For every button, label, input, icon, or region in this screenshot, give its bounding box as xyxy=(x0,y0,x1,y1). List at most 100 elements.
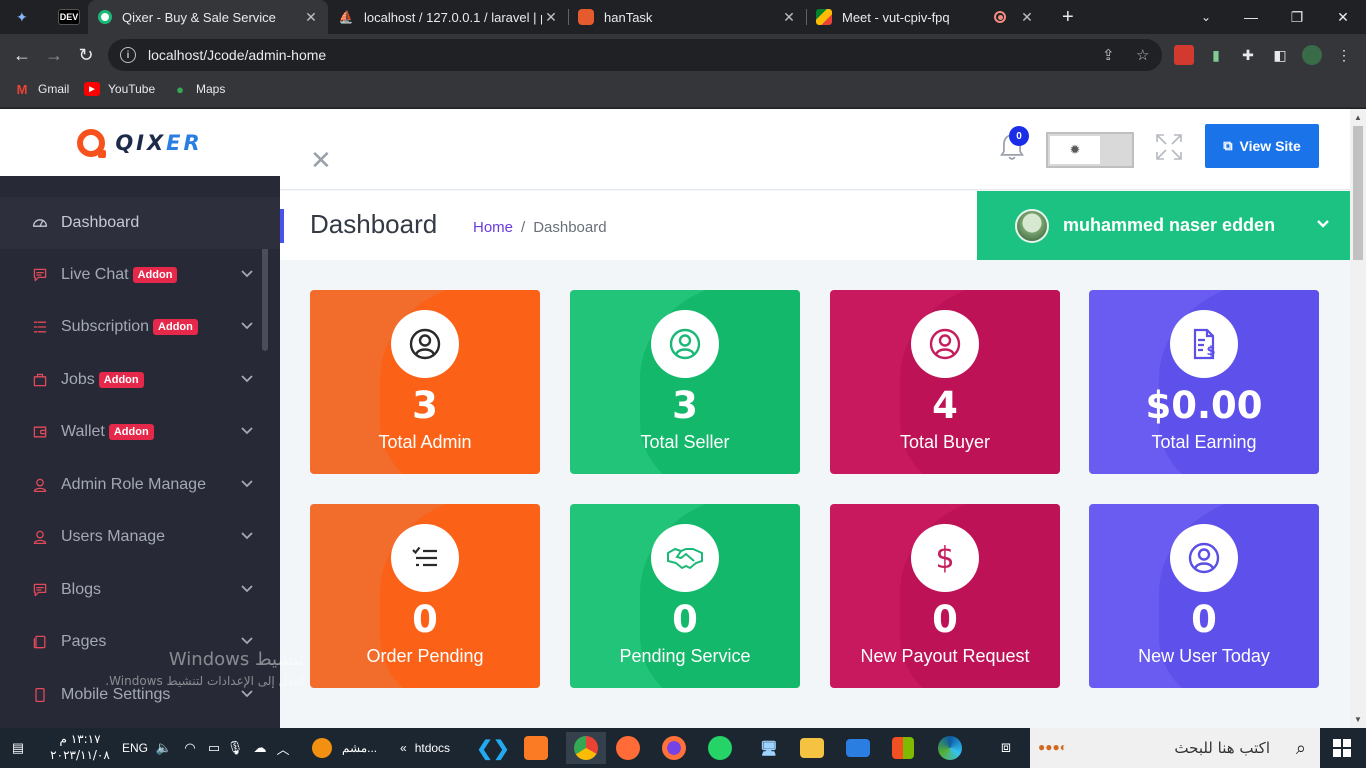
chevron-down-icon xyxy=(240,372,254,391)
share-icon[interactable]: ⇪ xyxy=(1102,46,1115,64)
wifi-icon[interactable]: ◠ xyxy=(180,732,200,764)
addon-badge: Addon xyxy=(98,372,144,388)
vscode-icon: ❮❯ xyxy=(476,737,510,760)
menu-kebab-icon[interactable]: ⋮ xyxy=(1334,45,1354,65)
taskbar-vscode[interactable]: ❮❯ xyxy=(476,732,510,764)
stat-card-new-user-today[interactable]: 0 New User Today xyxy=(1089,504,1319,688)
stat-card-total-seller[interactable]: 3 Total Seller xyxy=(570,290,800,474)
side-panel-icon[interactable]: ◧ xyxy=(1270,45,1290,65)
stat-card-order-pending[interactable]: 0 Order Pending xyxy=(310,504,540,688)
chevron-down-icon xyxy=(240,267,254,286)
brand-logo[interactable]: QIXER xyxy=(0,109,280,176)
bookmark-gmail[interactable]: M Gmail xyxy=(14,82,70,97)
restore-button[interactable]: ❐ xyxy=(1274,0,1320,34)
extensions-puzzle-icon[interactable]: ✚ xyxy=(1238,45,1258,65)
minimize-button[interactable]: — xyxy=(1228,0,1274,34)
taskbar-chrome[interactable] xyxy=(566,732,606,764)
bookmark-maps[interactable]: ● Maps xyxy=(172,82,225,97)
close-sidebar-icon[interactable]: ✕ xyxy=(310,145,332,176)
chevron-down-icon xyxy=(240,477,254,496)
sidebar-item-label: Admin Role Manage xyxy=(61,476,206,494)
scrollbar-thumb[interactable] xyxy=(1353,126,1363,260)
stat-card-total-buyer[interactable]: 4 Total Buyer xyxy=(830,290,1060,474)
notifications-icon[interactable]: ▤ xyxy=(8,732,28,764)
tab-qixer[interactable]: Qixer - Buy & Sale Service ✕ xyxy=(88,0,328,34)
invoice-dollar-icon: $ xyxy=(1170,310,1238,378)
reload-button[interactable]: ↻ xyxy=(72,41,100,69)
profile-avatar-icon[interactable] xyxy=(1302,45,1322,65)
sidebar-item-dashboard[interactable]: Dashboard xyxy=(0,197,280,249)
user-menu[interactable]: muhammed naser edden xyxy=(977,191,1350,260)
tab-search-icon[interactable]: ✦ xyxy=(10,4,38,30)
forward-button[interactable]: → xyxy=(40,41,68,69)
taskbar-store[interactable] xyxy=(892,732,914,764)
bookmark-star-icon[interactable]: ☆ xyxy=(1136,46,1149,64)
taskbar-whatsapp[interactable] xyxy=(708,732,732,764)
taskbar-app-htdocs[interactable]: « htdocs xyxy=(400,732,468,764)
start-button[interactable] xyxy=(1326,732,1358,764)
close-tab-icon[interactable]: ✕ xyxy=(542,9,560,26)
sidebar-item-subscription[interactable]: Subscription Addon xyxy=(0,301,280,353)
sidebar-item-live-chat[interactable]: Live Chat Addon xyxy=(0,249,280,301)
taskbar-postman[interactable] xyxy=(616,732,640,764)
show-hidden-icons-icon[interactable]: ︿ xyxy=(274,732,292,764)
page-scrollbar[interactable]: ▲ ▼ xyxy=(1350,109,1366,728)
site-info-icon[interactable]: i xyxy=(120,47,136,63)
sidebar-item-admin-role-manage[interactable]: Admin Role Manage xyxy=(0,459,280,511)
breadcrumb-home[interactable]: Home xyxy=(473,219,513,236)
user-circle-icon xyxy=(1170,524,1238,592)
sidebar-item-text: Jobs xyxy=(61,371,95,388)
scroll-down-icon[interactable]: ▼ xyxy=(1354,715,1362,724)
sidebar-item-jobs[interactable]: Jobs Addon xyxy=(0,354,280,406)
tab-hantask[interactable]: hanTask ✕ xyxy=(568,0,806,34)
new-tab-button[interactable]: + xyxy=(1052,0,1082,34)
tab-search-dropdown-icon[interactable]: ⌄ xyxy=(1183,0,1229,34)
tab-phpmyadmin[interactable]: ⛵ localhost / 127.0.0.1 / laravel | ph ✕ xyxy=(328,0,568,34)
sidebar-item-text: Wallet xyxy=(61,423,105,440)
taskbar-xampp[interactable] xyxy=(524,732,548,764)
theme-toggle[interactable]: ✹ xyxy=(1046,132,1134,168)
scroll-up-icon[interactable]: ▲ xyxy=(1354,113,1362,122)
close-tab-icon[interactable]: ✕ xyxy=(780,9,798,26)
sidebar-item-users-manage[interactable]: Users Manage xyxy=(0,511,280,563)
battery-icon[interactable]: ▭ xyxy=(204,732,224,764)
taskbar-clock[interactable]: ١٣:١٧ م ٢٠٢٣/١١/٠٨ xyxy=(40,731,120,763)
sidebar-item-text: Users Manage xyxy=(61,528,166,545)
stat-card-new-payout-request[interactable]: $0 New Payout Request xyxy=(830,504,1060,688)
pinned-tab-dev[interactable]: DEV xyxy=(48,0,88,34)
stat-label: Total Buyer xyxy=(899,432,991,452)
back-button[interactable]: ← xyxy=(8,41,36,69)
sidebar-item-wallet[interactable]: Wallet Addon xyxy=(0,406,280,458)
tab-title: Meet - vut-cpiv-fpq xyxy=(842,9,950,25)
breadcrumb: Home / Dashboard xyxy=(473,219,607,236)
taskbar-firefox[interactable] xyxy=(662,732,686,764)
task-view-icon[interactable]: ⧈ xyxy=(992,732,1020,764)
address-bar[interactable]: i localhost/Jcode/admin-home ⇪ ☆ xyxy=(108,39,1162,71)
tab-title: localhost / 127.0.0.1 / laravel | ph xyxy=(364,9,542,25)
stat-card-total-admin[interactable]: 3 Total Admin xyxy=(310,290,540,474)
taskbar-file-explorer[interactable] xyxy=(800,732,824,764)
sidebar-item-blogs[interactable]: Blogs xyxy=(0,564,280,616)
extension-red-icon[interactable] xyxy=(1174,45,1194,65)
close-tab-icon[interactable]: ✕ xyxy=(302,9,320,26)
view-site-button[interactable]: ⧉ View Site xyxy=(1205,124,1319,168)
stat-card-total-earning[interactable]: $ $0.00 Total Earning xyxy=(1089,290,1319,474)
taskbar-search[interactable]: ●●●◐ اكتب هنا للبحث ⌕ xyxy=(1030,728,1320,768)
tab-meet[interactable]: Meet - vut-cpiv-fpq ✕ xyxy=(806,0,1044,34)
taskbar-edge[interactable] xyxy=(938,732,962,764)
volume-icon[interactable]: 🔈 xyxy=(154,732,174,764)
cloud-icon[interactable]: ☁ xyxy=(250,732,270,764)
taskbar-mail[interactable] xyxy=(846,732,870,764)
bookmark-youtube[interactable]: ▶ YouTube xyxy=(84,82,155,96)
language-indicator[interactable]: ENG xyxy=(122,732,148,764)
fullscreen-expand-icon[interactable] xyxy=(1155,133,1183,161)
taskbar-mycomputer[interactable]: 🖥 xyxy=(754,732,784,764)
extension-battery-icon[interactable]: ▮ xyxy=(1206,45,1226,65)
close-tab-icon[interactable]: ✕ xyxy=(1018,9,1036,26)
checklist-icon xyxy=(391,524,459,592)
stat-card-pending-service[interactable]: 0 Pending Service xyxy=(570,504,800,688)
hantask-favicon-icon xyxy=(578,9,594,25)
taskbar-app-mshm[interactable]: مشم... xyxy=(312,732,396,764)
close-window-button[interactable]: ✕ xyxy=(1320,0,1366,34)
microphone-icon[interactable]: 🎙 xyxy=(226,732,244,764)
